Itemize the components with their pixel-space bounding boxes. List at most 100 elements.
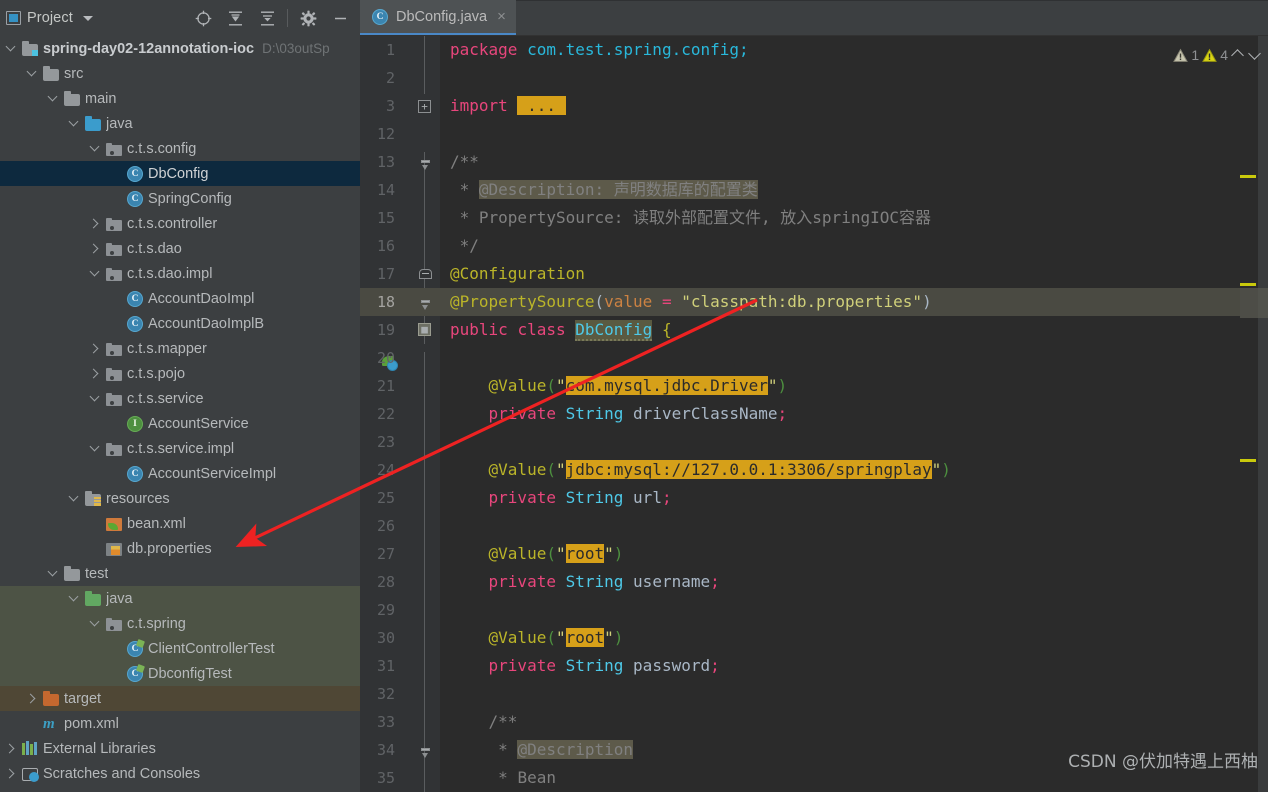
code-line[interactable]: * @Description: 声明数据库的配置类 (440, 176, 1240, 204)
tree-item-dbconfigtest[interactable]: C DbconfigTest (0, 661, 360, 686)
chevron-right-icon[interactable] (6, 768, 17, 779)
code-line[interactable]: */ (440, 232, 1240, 260)
tree-item-spring-day02-12annotation-ioc[interactable]: spring-day02-12annotation-ioc D:\03outSp (0, 36, 360, 61)
tree-item-java[interactable]: java (0, 111, 360, 136)
code-line[interactable]: /** (440, 708, 1240, 736)
line-number[interactable]: 17 (360, 260, 440, 288)
chevron-down-icon[interactable] (48, 93, 59, 104)
code-line[interactable] (440, 680, 1240, 708)
code-line[interactable]: @Value("root") (440, 540, 1240, 568)
code-line[interactable]: package com.test.spring.config; (440, 36, 1240, 64)
chevron-down-icon[interactable] (6, 43, 17, 54)
tree-item-bean-xml[interactable]: bean.xml (0, 511, 360, 536)
tree-item-c-t-s-dao-impl[interactable]: c.t.s.dao.impl (0, 261, 360, 286)
line-number[interactable]: 33 (360, 708, 440, 736)
line-number[interactable]: 15 (360, 204, 440, 232)
line-number[interactable]: 23 (360, 428, 440, 456)
chevron-down-icon[interactable] (82, 15, 93, 21)
code-line[interactable]: import ... (440, 92, 1240, 120)
tree-item-src[interactable]: src (0, 61, 360, 86)
tree-item-accountdaoimpl[interactable]: C AccountDaoImpl (0, 286, 360, 311)
project-tree[interactable]: spring-day02-12annotation-ioc D:\03outSp s… (0, 36, 360, 792)
tree-item-dbconfig[interactable]: C DbConfig (0, 161, 360, 186)
chevron-right-icon[interactable] (90, 368, 101, 379)
warning-marker[interactable] (1240, 175, 1256, 178)
tree-item-c-t-s-dao[interactable]: c.t.s.dao (0, 236, 360, 261)
scrollbar-track[interactable] (1258, 36, 1268, 792)
line-number[interactable]: 26 (360, 512, 440, 540)
code-line[interactable]: @Configuration (440, 260, 1240, 288)
tree-item-scratches-and-consoles[interactable]: Scratches and Consoles (0, 761, 360, 786)
expand-all-icon[interactable] (219, 3, 251, 33)
code-line[interactable]: /** (440, 148, 1240, 176)
grammar-warning-group[interactable]: 1 (1173, 47, 1199, 63)
chevron-right-icon[interactable] (90, 218, 101, 229)
project-panel-title-group[interactable]: Project (0, 10, 93, 26)
line-number[interactable]: 20 (360, 344, 440, 372)
line-number[interactable]: 22 (360, 400, 440, 428)
editor-marker-bar[interactable] (1240, 36, 1268, 792)
tree-item-java[interactable]: java (0, 586, 360, 611)
locate-icon[interactable] (187, 3, 219, 33)
line-number[interactable]: 29 (360, 596, 440, 624)
code-line[interactable]: public class DbConfig { (440, 316, 1240, 344)
tree-item-main[interactable]: main (0, 86, 360, 111)
line-number[interactable]: 16 (360, 232, 440, 260)
code-editor[interactable]: + ■ 1 2 3 12 13 14 15 16 17 18 19 20 21 22 23 24 25 26 27 2… (360, 36, 1268, 792)
code-line[interactable]: @Value("root") (440, 624, 1240, 652)
line-number[interactable]: 32 (360, 680, 440, 708)
line-number[interactable]: 3 (360, 92, 440, 120)
chevron-right-icon[interactable] (6, 743, 17, 754)
chevron-right-icon[interactable] (90, 243, 101, 254)
chevron-down-icon[interactable] (1248, 48, 1262, 62)
chevron-down-icon[interactable] (90, 268, 101, 279)
inspection-widget[interactable]: 1 4 (1173, 42, 1262, 68)
settings-gear-icon[interactable] (292, 3, 324, 33)
line-number[interactable]: 14 (360, 176, 440, 204)
tree-item-accountdaoimplb[interactable]: C AccountDaoImplB (0, 311, 360, 336)
tree-item-pom-xml[interactable]: m pom.xml (0, 711, 360, 736)
chevron-right-icon[interactable] (27, 693, 38, 704)
line-number[interactable]: 31 (360, 652, 440, 680)
chevron-up-icon[interactable] (1231, 48, 1245, 62)
code-line[interactable] (440, 428, 1240, 456)
tree-item-accountservice[interactable]: I AccountService (0, 411, 360, 436)
chevron-down-icon[interactable] (90, 143, 101, 154)
tree-item-test[interactable]: test (0, 561, 360, 586)
code-line[interactable]: @PropertySource(value = "classpath:db.pr… (440, 288, 1240, 316)
scrollbar-thumb[interactable] (1240, 288, 1268, 318)
editor-gutter[interactable]: + ■ 1 2 3 12 13 14 15 16 17 18 19 20 21 22 23 24 25 26 27 2… (360, 36, 440, 792)
code-line[interactable] (440, 344, 1240, 372)
line-number[interactable]: 25 (360, 484, 440, 512)
code-line[interactable]: private String driverClassName; (440, 400, 1240, 428)
tree-item-db-properties[interactable]: db.properties (0, 536, 360, 561)
close-icon[interactable]: × (495, 9, 506, 24)
code-content[interactable]: package com.test.spring.config; import ..… (440, 36, 1240, 792)
chevron-right-icon[interactable] (90, 343, 101, 354)
chevron-down-icon[interactable] (90, 393, 101, 404)
chevron-down-icon[interactable] (90, 618, 101, 629)
code-line[interactable]: * PropertySource: 读取外部配置文件, 放入springIOC容… (440, 204, 1240, 232)
collapse-all-icon[interactable] (251, 3, 283, 33)
tree-item-springconfig[interactable]: C SpringConfig (0, 186, 360, 211)
code-line[interactable]: private String password; (440, 652, 1240, 680)
tree-item-c-t-s-mapper[interactable]: c.t.s.mapper (0, 336, 360, 361)
chevron-down-icon[interactable] (48, 568, 59, 579)
line-number[interactable]: 35 (360, 764, 440, 792)
editor-tab-dbconfig[interactable]: C DbConfig.java × (360, 0, 516, 36)
warning-marker[interactable] (1240, 283, 1256, 286)
tree-item-c-t-s-config[interactable]: c.t.s.config (0, 136, 360, 161)
warning-marker[interactable] (1240, 459, 1256, 462)
line-number[interactable]: 2 (360, 64, 440, 92)
code-line[interactable]: private String url; (440, 484, 1240, 512)
tree-item-c-t-s-service-impl[interactable]: c.t.s.service.impl (0, 436, 360, 461)
line-number[interactable]: 1 (360, 36, 440, 64)
chevron-down-icon[interactable] (69, 593, 80, 604)
code-line[interactable]: private String username; (440, 568, 1240, 596)
line-number[interactable]: 21 (360, 372, 440, 400)
tree-item-clientcontrollertest[interactable]: C ClientControllerTest (0, 636, 360, 661)
tree-item-c-t-spring[interactable]: c.t.spring (0, 611, 360, 636)
tree-item-c-t-s-controller[interactable]: c.t.s.controller (0, 211, 360, 236)
chevron-down-icon[interactable] (69, 493, 80, 504)
tree-item-accountserviceimpl[interactable]: C AccountServiceImpl (0, 461, 360, 486)
